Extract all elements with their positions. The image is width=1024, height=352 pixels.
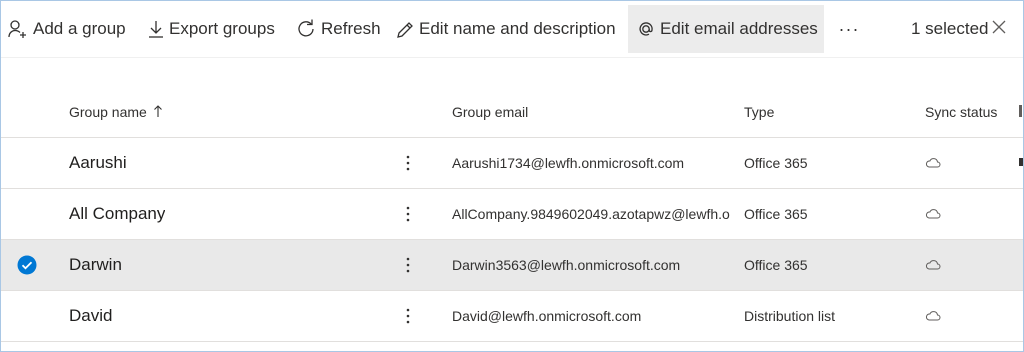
edit-email-addresses-label: Edit email addresses	[660, 19, 818, 38]
add-person-icon	[7, 18, 29, 40]
column-header-group-name[interactable]: Group name	[69, 87, 163, 137]
cloud-icon	[925, 138, 941, 188]
refresh-icon	[295, 18, 317, 40]
edit-name-description-button[interactable]: Edit name and description	[395, 5, 616, 53]
table-row[interactable]: All Company AllCompany.9849602049.azotap…	[1, 189, 1023, 240]
table-row[interactable]: Aarushi Aarushi1734@lewfh.onmicrosoft.co…	[1, 138, 1023, 189]
group-name-cell[interactable]: Darwin	[69, 240, 122, 290]
group-email-cell: Aarushi1734@lewfh.onmicrosoft.com	[452, 155, 685, 171]
download-icon	[147, 18, 165, 40]
row-checkbox[interactable]	[17, 240, 37, 290]
group-email-header-label: Group email	[452, 104, 529, 120]
group-name-header-label: Group name	[69, 104, 147, 120]
edit-name-description-label: Edit name and description	[419, 19, 616, 38]
group-email-cell: David@lewfh.onmicrosoft.com	[452, 308, 642, 324]
column-header-group-email[interactable]: Group email	[452, 87, 528, 137]
row-edge-marker	[1019, 158, 1023, 166]
sort-ascending-icon	[147, 104, 163, 121]
cloud-icon	[925, 291, 941, 341]
vertical-ellipsis-icon	[406, 206, 410, 222]
close-icon	[991, 19, 1007, 40]
add-group-button[interactable]: Add a group	[7, 5, 126, 53]
refresh-button[interactable]: Refresh	[295, 5, 381, 53]
sync-status-header-label: Sync status	[925, 104, 998, 120]
edit-email-addresses-button[interactable]: Edit email addresses	[628, 5, 824, 53]
type-cell: Distribution list	[744, 308, 836, 324]
row-more-actions-button[interactable]	[401, 240, 415, 290]
refresh-label: Refresh	[321, 19, 381, 38]
cloud-icon	[925, 189, 941, 239]
column-header-type[interactable]: Type	[744, 87, 774, 137]
selection-count-label: 1 selected	[911, 19, 989, 38]
type-header-label: Type	[744, 104, 775, 120]
clear-selection-button[interactable]	[991, 5, 1007, 53]
row-more-actions-button[interactable]	[401, 138, 415, 188]
vertical-ellipsis-icon	[406, 155, 410, 171]
column-header-sync-status[interactable]: Sync status	[925, 87, 997, 137]
more-options-button[interactable]: ···	[837, 5, 861, 53]
pencil-icon	[395, 18, 415, 40]
export-groups-button[interactable]: Export groups	[147, 5, 275, 53]
cloud-icon	[925, 240, 941, 290]
row-more-actions-button[interactable]	[401, 291, 415, 341]
checkmark-circle-icon	[17, 255, 37, 275]
selection-count: 1 selected	[911, 5, 989, 53]
type-cell: Office 365	[744, 206, 808, 222]
more-icon: ···	[838, 18, 860, 39]
group-name-cell[interactable]: All Company	[69, 189, 165, 239]
groups-panel: Add a group Export groups Refresh Edit n…	[0, 0, 1024, 352]
group-name-cell[interactable]: Aarushi	[69, 138, 127, 188]
table-header: Group name Group email Type Sync status	[1, 87, 1023, 138]
export-groups-label: Export groups	[169, 19, 275, 38]
vertical-ellipsis-icon	[406, 257, 410, 273]
table-row[interactable]: David David@lewfh.onmicrosoft.com Distri…	[1, 291, 1023, 342]
type-cell: Office 365	[744, 257, 808, 273]
command-bar: Add a group Export groups Refresh Edit n…	[1, 1, 1023, 58]
group-email-cell: Darwin3563@lewfh.onmicrosoft.com	[452, 257, 681, 273]
add-group-label: Add a group	[33, 19, 126, 38]
type-cell: Office 365	[744, 155, 808, 171]
group-email-cell: AllCompany.9849602049.azotapwz@lewfh.o	[452, 206, 730, 222]
vertical-ellipsis-icon	[406, 308, 410, 324]
table-row-selected[interactable]: Darwin Darwin3563@lewfh.onmicrosoft.com …	[1, 240, 1023, 291]
row-more-actions-button[interactable]	[401, 189, 415, 239]
at-sign-icon	[636, 18, 656, 40]
group-name-cell[interactable]: David	[69, 291, 112, 341]
column-resize-handle[interactable]	[1019, 105, 1022, 117]
